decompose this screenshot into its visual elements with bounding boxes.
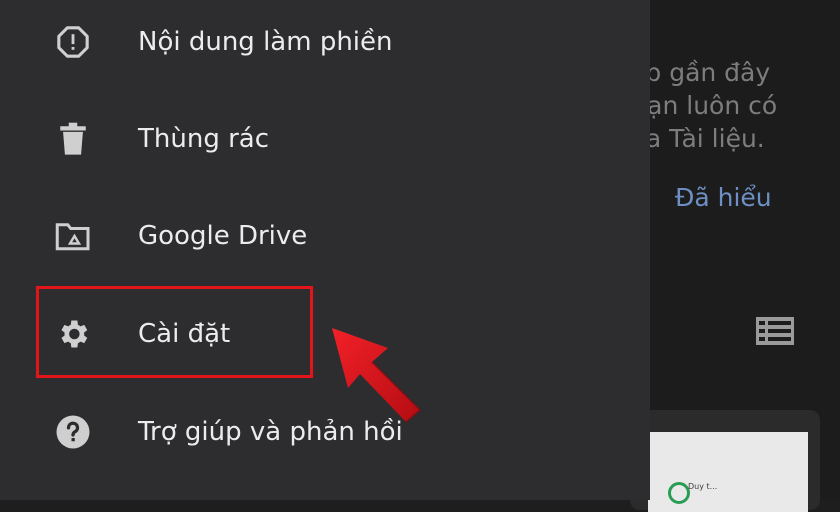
drawer-item-label: Nội dung làm phiền xyxy=(138,27,393,57)
document-thumbnail: Duy t... xyxy=(648,432,808,512)
trash-icon xyxy=(54,120,92,158)
list-view-icon[interactable] xyxy=(756,317,794,345)
highlight-box xyxy=(36,286,313,378)
background-text: ệp gần đây Bạn luôn có ủa Tài liệu. xyxy=(630,58,778,153)
drive-folder-icon xyxy=(54,217,92,255)
drawer-item-trash[interactable]: Thùng rác xyxy=(0,103,650,175)
got-it-link[interactable]: Đã hiểu xyxy=(675,183,772,212)
spam-octagon-icon xyxy=(54,23,92,61)
help-circle-icon xyxy=(54,413,92,451)
drawer-item-spam[interactable]: Nội dung làm phiền xyxy=(0,6,650,78)
navigation-drawer: Nội dung làm phiền Thùng rác Google Driv… xyxy=(0,0,650,500)
pointer-arrow-icon xyxy=(332,328,422,423)
drawer-item-label: Thùng rác xyxy=(138,124,270,154)
progress-ring-icon xyxy=(668,482,690,504)
drawer-item-google-drive[interactable]: Google Drive xyxy=(0,200,650,272)
drawer-item-label: Google Drive xyxy=(138,221,308,251)
thumbnail-text: Duy t... xyxy=(688,482,718,491)
drawer-item-help[interactable]: Trợ giúp và phản hồi xyxy=(0,396,650,468)
